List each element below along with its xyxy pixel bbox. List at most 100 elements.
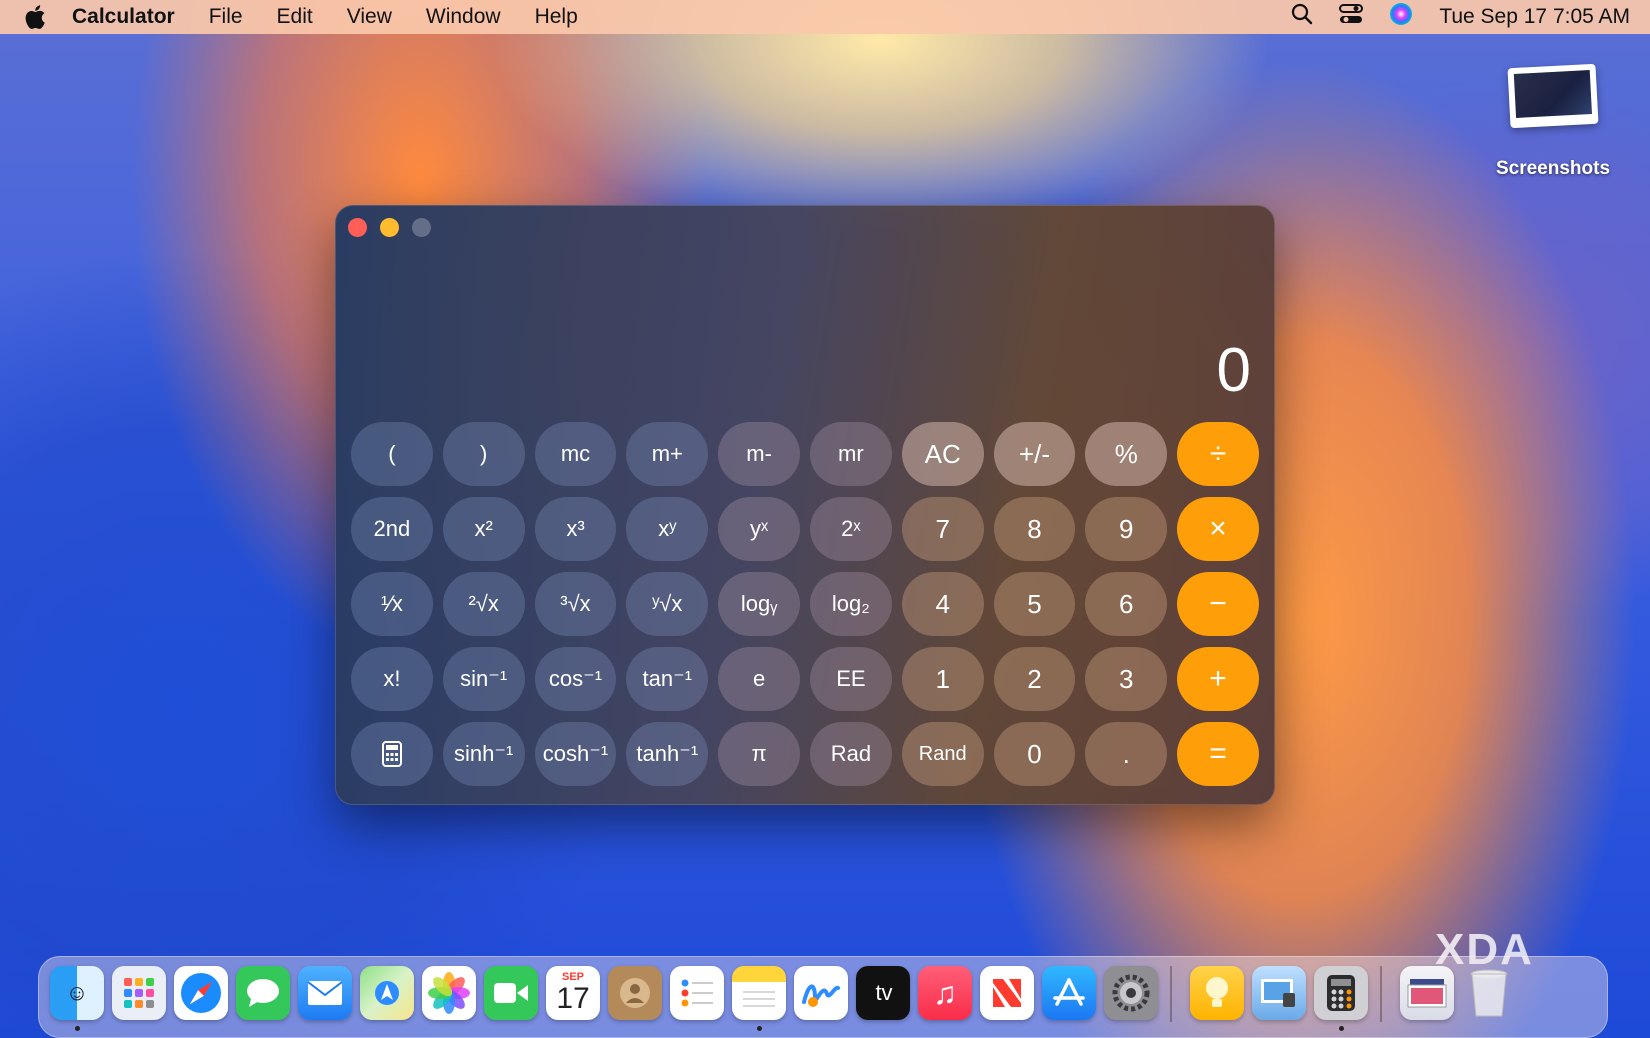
key-mode-toggle[interactable] bbox=[351, 722, 433, 786]
key-4[interactable]: 4 bbox=[901, 572, 984, 636]
dock-messages[interactable] bbox=[236, 966, 290, 1020]
control-center-icon[interactable] bbox=[1339, 3, 1364, 31]
dock-reminders[interactable] bbox=[670, 966, 724, 1020]
key-ee[interactable]: EE bbox=[809, 647, 892, 711]
key-5[interactable]: 5 bbox=[993, 572, 1076, 636]
key-euler[interactable]: e bbox=[718, 647, 800, 711]
dock-news[interactable] bbox=[980, 966, 1034, 1020]
key-arccos[interactable]: cos⁻¹ bbox=[534, 647, 617, 711]
key-reciprocal[interactable]: ¹⁄x bbox=[351, 572, 433, 636]
zoom-window-button[interactable] bbox=[412, 218, 431, 237]
key-decimal[interactable]: . bbox=[1085, 722, 1168, 786]
key-arccosh[interactable]: cosh⁻¹ bbox=[534, 722, 617, 786]
key-plus-minus[interactable]: +/- bbox=[993, 422, 1076, 486]
dock-music[interactable]: ♫ bbox=[918, 966, 972, 1020]
key-rad[interactable]: Rad bbox=[809, 722, 892, 786]
key-1[interactable]: 1 bbox=[901, 647, 984, 711]
menu-file[interactable]: File bbox=[209, 5, 243, 29]
key-two-power-x[interactable]: 2ˣ bbox=[809, 497, 892, 561]
dock-tips[interactable] bbox=[1190, 966, 1244, 1020]
key-square-root[interactable]: ²√x bbox=[442, 572, 525, 636]
key-8[interactable]: 8 bbox=[993, 497, 1076, 561]
dock-trash[interactable] bbox=[1462, 966, 1516, 1020]
dock-contacts[interactable] bbox=[608, 966, 662, 1020]
menu-bar-clock[interactable]: Tue Sep 17 7:05 AM bbox=[1439, 5, 1630, 29]
key-memory-subtract[interactable]: m- bbox=[718, 422, 800, 486]
dock-apple-tv[interactable]: tv bbox=[856, 966, 910, 1020]
dock-freeform[interactable] bbox=[794, 966, 848, 1020]
key-x-squared[interactable]: x² bbox=[442, 497, 525, 561]
dock-running-indicator bbox=[757, 1026, 762, 1031]
minimize-window-button[interactable] bbox=[380, 218, 399, 237]
dock-maps[interactable] bbox=[360, 966, 414, 1020]
dock-downloads-stack[interactable] bbox=[1400, 966, 1454, 1020]
freeform-squiggle-icon bbox=[802, 984, 840, 1007]
keypad-row-4: x! sin⁻¹ cos⁻¹ tan⁻¹ e EE 1 2 3 + bbox=[351, 647, 1259, 711]
dock-preview[interactable] bbox=[1252, 966, 1306, 1020]
key-close-paren[interactable]: ) bbox=[442, 422, 525, 486]
key-arctan[interactable]: tan⁻¹ bbox=[626, 647, 709, 711]
key-percent[interactable]: % bbox=[1085, 422, 1168, 486]
key-0[interactable]: 0 bbox=[993, 722, 1076, 786]
contacts-person-icon bbox=[620, 978, 650, 1008]
key-log-y[interactable]: logᵧ bbox=[718, 572, 800, 636]
siri-icon[interactable] bbox=[1389, 2, 1413, 32]
menu-edit[interactable]: Edit bbox=[277, 5, 313, 29]
key-2[interactable]: 2 bbox=[993, 647, 1076, 711]
key-arcsinh[interactable]: sinh⁻¹ bbox=[442, 722, 525, 786]
app-store-icon bbox=[1053, 978, 1085, 1006]
key-x-power-y[interactable]: xʸ bbox=[626, 497, 709, 561]
apple-menu-icon[interactable] bbox=[20, 2, 50, 32]
dock-calendar[interactable]: SEP 17 bbox=[546, 966, 600, 1020]
key-7[interactable]: 7 bbox=[901, 497, 984, 561]
calculator-icon bbox=[381, 741, 402, 767]
key-y-power-x[interactable]: yˣ bbox=[718, 497, 800, 561]
menu-help[interactable]: Help bbox=[535, 5, 578, 29]
key-divide[interactable]: ÷ bbox=[1177, 422, 1259, 486]
key-memory-recall[interactable]: mr bbox=[809, 422, 892, 486]
dock-launchpad[interactable] bbox=[112, 966, 166, 1020]
dock-safari[interactable] bbox=[174, 966, 228, 1020]
key-cube-root[interactable]: ³√x bbox=[534, 572, 617, 636]
key-second[interactable]: 2nd bbox=[351, 497, 433, 561]
key-factorial[interactable]: x! bbox=[351, 647, 433, 711]
dock-separator bbox=[1380, 966, 1382, 1022]
gear-icon bbox=[1112, 974, 1150, 1012]
keypad-row-2: 2nd x² x³ xʸ yˣ 2ˣ 7 8 9 × bbox=[351, 497, 1259, 561]
key-9[interactable]: 9 bbox=[1085, 497, 1168, 561]
spotlight-search-icon[interactable] bbox=[1291, 3, 1313, 31]
dock-photos[interactable] bbox=[422, 966, 476, 1020]
key-add[interactable]: + bbox=[1177, 647, 1259, 711]
key-multiply[interactable]: × bbox=[1177, 497, 1259, 561]
dock-system-settings[interactable] bbox=[1104, 966, 1158, 1020]
key-x-cubed[interactable]: x³ bbox=[534, 497, 617, 561]
menu-window[interactable]: Window bbox=[426, 5, 501, 29]
key-arctanh[interactable]: tanh⁻¹ bbox=[626, 722, 709, 786]
close-window-button[interactable] bbox=[348, 218, 367, 237]
menu-view[interactable]: View bbox=[347, 5, 392, 29]
key-memory-add[interactable]: m+ bbox=[626, 422, 709, 486]
app-menu-calculator[interactable]: Calculator bbox=[72, 5, 175, 29]
dock-app-store[interactable] bbox=[1042, 966, 1096, 1020]
desktop-folder-screenshots[interactable]: Screenshots bbox=[1478, 63, 1628, 196]
key-y-root[interactable]: ʸ√x bbox=[626, 572, 709, 636]
key-arcsin[interactable]: sin⁻¹ bbox=[442, 647, 525, 711]
key-subtract[interactable]: − bbox=[1177, 572, 1259, 636]
dock-facetime[interactable] bbox=[484, 966, 538, 1020]
dock-mail[interactable] bbox=[298, 966, 352, 1020]
notes-icon bbox=[743, 991, 775, 1007]
key-memory-clear[interactable]: mc bbox=[534, 422, 617, 486]
key-all-clear[interactable]: AC bbox=[901, 422, 984, 486]
key-pi[interactable]: π bbox=[718, 722, 800, 786]
keypad: ( ) mc m+ m- mr AC +/- % ÷ 2nd x² x³ xʸ … bbox=[351, 422, 1259, 797]
dock-calculator[interactable] bbox=[1314, 966, 1368, 1020]
dock-notes[interactable] bbox=[732, 966, 786, 1020]
key-open-paren[interactable]: ( bbox=[351, 422, 433, 486]
key-equals[interactable]: = bbox=[1177, 722, 1259, 786]
key-6[interactable]: 6 bbox=[1085, 572, 1168, 636]
keypad-row-1: ( ) mc m+ m- mr AC +/- % ÷ bbox=[351, 422, 1259, 486]
key-3[interactable]: 3 bbox=[1085, 647, 1168, 711]
key-log-2[interactable]: log₂ bbox=[809, 572, 892, 636]
dock-finder[interactable]: ☺ bbox=[50, 966, 104, 1020]
key-rand[interactable]: Rand bbox=[901, 722, 984, 786]
